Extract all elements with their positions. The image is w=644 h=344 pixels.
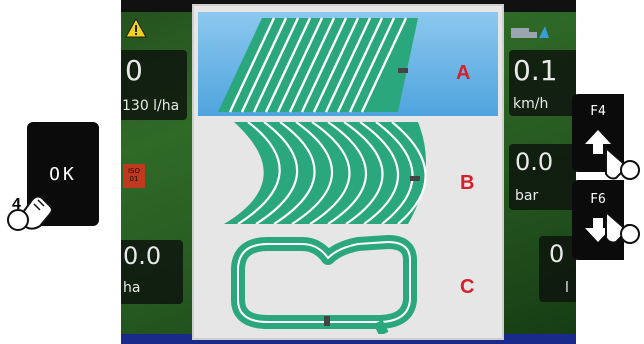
- pattern-option-c[interactable]: C: [198, 230, 498, 334]
- right-tile-pressure[interactable]: 0.0 bar: [509, 144, 576, 210]
- hand-pointer-icon: [605, 145, 640, 180]
- ok-callout-number: 4: [12, 196, 21, 213]
- option-b-letter: B: [460, 172, 475, 194]
- pattern-option-a[interactable]: A: [198, 12, 498, 116]
- area-unit: ha: [123, 280, 141, 296]
- warning-triangle-icon: [125, 18, 147, 38]
- guidance-pattern-dialog: A B C: [192, 4, 504, 340]
- volume-value: 0: [549, 240, 565, 268]
- volume-unit: l: [565, 280, 569, 296]
- hand-pointer-icon: [605, 209, 640, 244]
- rate-unit: 130 l/ha: [122, 98, 180, 114]
- sprayer-status-icon: [511, 26, 549, 38]
- freeform-path-pattern-icon: [231, 235, 417, 334]
- f4-key-label: F4: [590, 104, 606, 119]
- option-a-letter: A: [456, 62, 471, 84]
- straight-lines-pattern-icon: [218, 17, 418, 113]
- right-tile-speed[interactable]: 0.1 km/h: [509, 50, 576, 116]
- pressure-unit: bar: [515, 188, 539, 204]
- curved-lines-pattern-icon: [224, 121, 427, 224]
- left-tile-area[interactable]: 0.0 ha: [121, 240, 183, 304]
- pattern-option-b[interactable]: B: [198, 120, 498, 224]
- pressure-value: 0.0: [515, 148, 554, 176]
- f6-key-label: F6: [590, 192, 606, 207]
- option-c-letter: C: [460, 276, 475, 298]
- iso-badge: ISO 01: [123, 164, 145, 188]
- speed-unit: km/h: [513, 96, 549, 112]
- speed-value: 0.1: [513, 54, 558, 87]
- right-tile-volume[interactable]: 0 l: [539, 236, 576, 302]
- area-value: 0.0: [123, 242, 162, 270]
- left-tile-rate[interactable]: 0 130 l/ha: [121, 50, 187, 120]
- rate-value: 0: [125, 54, 143, 87]
